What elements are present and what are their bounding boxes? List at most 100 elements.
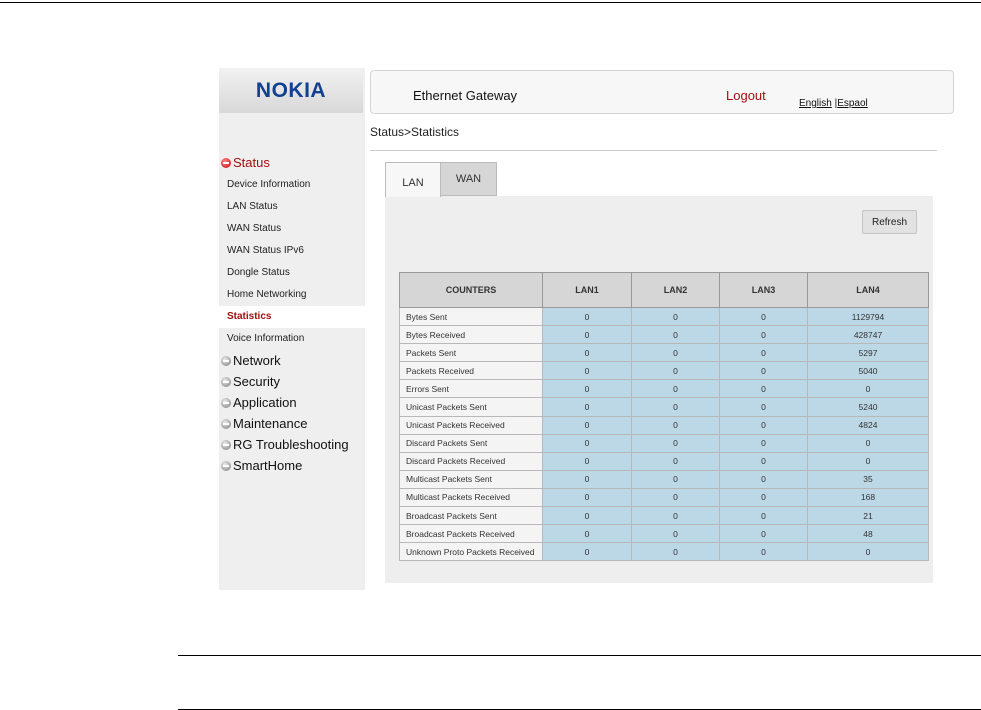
cell-value: 0: [542, 542, 632, 562]
sidebar-item-wan-status-ipv6[interactable]: WAN Status IPv6: [227, 245, 304, 256]
refresh-button[interactable]: Refresh: [862, 210, 917, 234]
sidebar-item-lan-status[interactable]: LAN Status: [227, 201, 278, 212]
counter-label: Discard Packets Sent: [399, 433, 543, 453]
counter-label: Packets Received: [399, 361, 543, 381]
cell-value: 5240: [807, 397, 929, 417]
cell-value: 0: [807, 542, 929, 562]
cell-value: 0: [542, 361, 632, 381]
table-row: Bytes Sent 0 0 0 1129794: [399, 306, 929, 327]
cell-value: 21: [807, 506, 929, 526]
cell-value: 0: [719, 361, 808, 381]
sidebar-section-status[interactable]: Status: [221, 155, 270, 170]
statistics-table: COUNTERS LAN1 LAN2 LAN3 LAN4 Bytes Sent 0…: [399, 272, 929, 562]
table-row: Bytes Received 0 0 0 428747: [399, 325, 929, 345]
cell-value: 168: [807, 487, 929, 508]
sidebar-item-home-networking[interactable]: Home Networking: [227, 289, 306, 300]
table-row: Broadcast Packets Sent 0 0 0 21: [399, 506, 929, 526]
table-row: Multicast Packets Received 0 0 0 168: [399, 487, 929, 508]
language-switch: English |Espaol: [799, 98, 868, 109]
sidebar-section-application[interactable]: Application: [221, 395, 297, 410]
cell-value: 0: [807, 379, 929, 399]
cell-value: 0: [631, 325, 720, 345]
cell-value: 35: [807, 469, 929, 489]
counter-label: Bytes Received: [399, 325, 543, 345]
sidebar: [219, 68, 365, 590]
cell-value: 0: [542, 397, 632, 417]
cell-value: 0: [719, 524, 808, 544]
counter-label: Packets Sent: [399, 343, 543, 363]
table-row: Unicast Packets Sent 0 0 0 5240: [399, 397, 929, 417]
cell-value: 0: [719, 433, 808, 453]
counter-label: Broadcast Packets Sent: [399, 506, 543, 526]
sidebar-item-wan-status[interactable]: WAN Status: [227, 223, 281, 234]
cell-value: 48: [807, 524, 929, 544]
counter-label: Errors Sent: [399, 379, 543, 399]
counter-label: Multicast Packets Sent: [399, 469, 543, 489]
page-rule-top: [0, 2, 981, 3]
sidebar-item-statistics[interactable]: Statistics: [227, 311, 271, 322]
col-header-lan1: LAN1: [542, 272, 632, 308]
app-title: Ethernet Gateway: [413, 88, 518, 103]
cell-value: 0: [631, 343, 720, 363]
cell-value: 0: [542, 379, 632, 399]
table-row: Discard Packets Received 0 0 0 0: [399, 451, 929, 471]
cell-value: 0: [631, 451, 720, 471]
sidebar-section-security[interactable]: Security: [221, 374, 280, 389]
cell-value: 0: [542, 506, 632, 526]
cell-value: 0: [719, 451, 808, 471]
sidebar-section-maintenance[interactable]: Maintenance: [221, 416, 307, 431]
breadcrumb: Status>Statistics: [370, 125, 460, 139]
header-bar: Ethernet Gateway Logout English |Espaol: [370, 70, 954, 114]
sidebar-item-dongle-status[interactable]: Dongle Status: [227, 267, 290, 278]
page-rule-bottom-1: [178, 655, 981, 656]
cell-value: 0: [631, 361, 720, 381]
lang-espanol-link[interactable]: Espaol: [837, 98, 868, 109]
sidebar-section-smarthome[interactable]: SmartHome: [221, 458, 302, 473]
sidebar-item-device-information[interactable]: Device Information: [227, 179, 310, 190]
col-header-counters: COUNTERS: [399, 272, 543, 308]
table-row: Broadcast Packets Received 0 0 0 48: [399, 524, 929, 544]
col-header-lan2: LAN2: [631, 272, 720, 308]
collapse-icon: [221, 157, 231, 168]
cell-value: 4824: [807, 415, 929, 435]
expand-icon: [221, 397, 231, 408]
cell-value: 0: [631, 433, 720, 453]
cell-value: 0: [631, 415, 720, 435]
cell-value: 0: [807, 451, 929, 471]
sidebar-section-network[interactable]: Network: [221, 353, 281, 368]
expand-icon: [221, 355, 231, 366]
cell-value: 0: [542, 487, 632, 508]
table-row: Packets Sent 0 0 0 5297: [399, 343, 929, 363]
counter-label: Unknown Proto Packets Received: [399, 542, 543, 562]
sidebar-item-voice-information[interactable]: Voice Information: [227, 333, 304, 344]
logout-link[interactable]: Logout: [726, 88, 766, 103]
cell-value: 0: [631, 379, 720, 399]
cell-value: 0: [542, 306, 632, 327]
expand-icon: [221, 460, 231, 471]
cell-value: 0: [631, 469, 720, 489]
cell-value: 0: [542, 343, 632, 363]
sidebar-section-rg-troubleshooting[interactable]: RG Troubleshooting: [221, 437, 349, 452]
cell-value: 0: [542, 433, 632, 453]
expand-icon: [221, 439, 231, 450]
counter-label: Discard Packets Received: [399, 451, 543, 471]
cell-value: 0: [807, 433, 929, 453]
cell-value: 0: [719, 487, 808, 508]
counter-label: Multicast Packets Received: [399, 487, 543, 508]
nokia-logo: NOKIA: [219, 68, 363, 113]
divider: [370, 150, 937, 151]
lang-english-link[interactable]: English: [799, 98, 832, 109]
table-row: Packets Received 0 0 0 5040: [399, 361, 929, 381]
tab-lan[interactable]: LAN: [385, 162, 441, 197]
counter-label: Broadcast Packets Received: [399, 524, 543, 544]
cell-value: 0: [542, 325, 632, 345]
expand-icon: [221, 376, 231, 387]
cell-value: 0: [542, 415, 632, 435]
cell-value: 0: [719, 469, 808, 489]
tab-wan[interactable]: WAN: [440, 162, 497, 196]
cell-value: 0: [631, 487, 720, 508]
cell-value: 0: [542, 451, 632, 471]
col-header-lan3: LAN3: [719, 272, 808, 308]
cell-value: 0: [631, 397, 720, 417]
cell-value: 0: [631, 524, 720, 544]
